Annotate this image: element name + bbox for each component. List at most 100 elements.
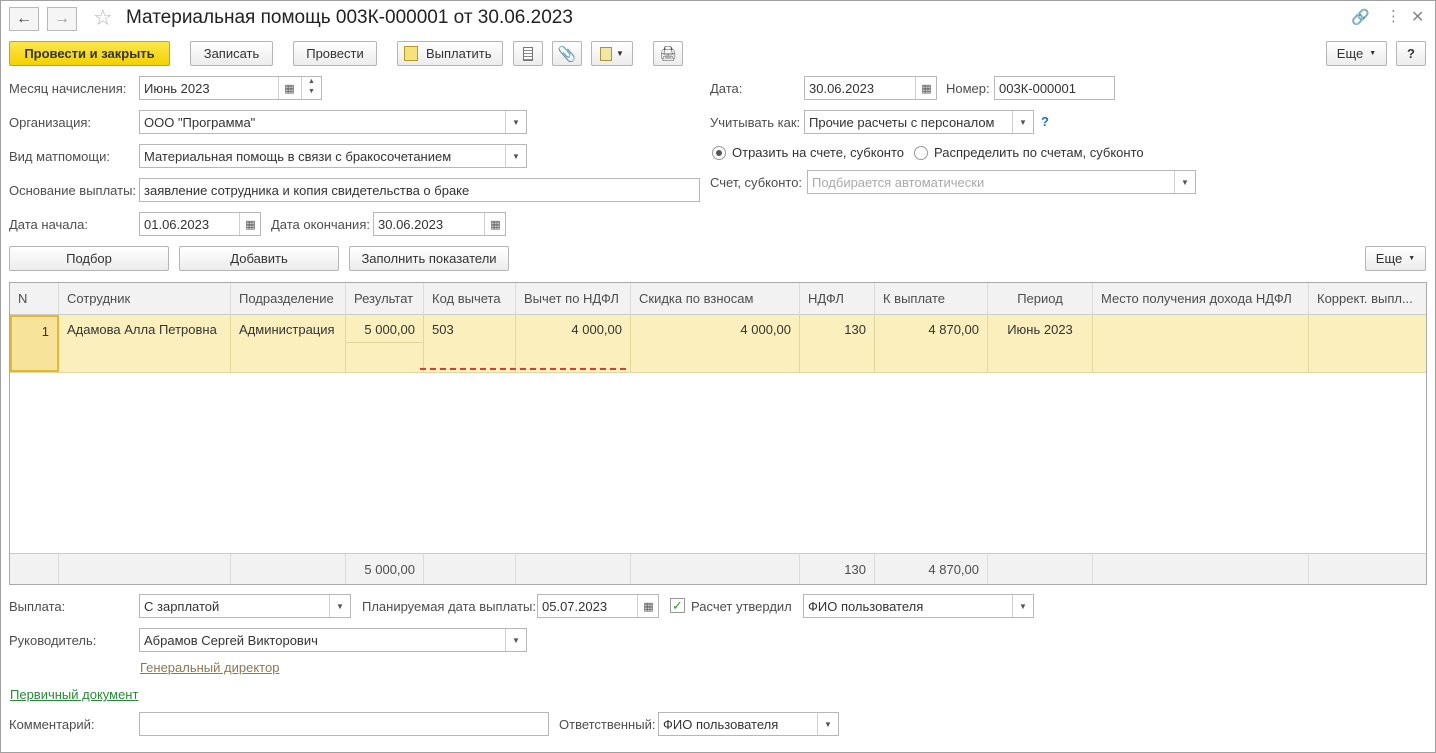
chevron-down-icon[interactable]: ▼	[817, 713, 838, 735]
cell-ndfl[interactable]: 130	[800, 315, 875, 372]
col-header-income-place[interactable]: Место получения дохода НДФЛ	[1093, 283, 1309, 315]
cell-department[interactable]: Администрация	[231, 315, 346, 372]
chevron-down-icon[interactable]: ▼	[505, 111, 526, 133]
calendar-icon[interactable]: ▦	[278, 77, 300, 99]
help-button[interactable]: ?	[1396, 41, 1426, 66]
chevron-down-icon[interactable]: ▼	[505, 629, 526, 651]
start-date-label: Дата начала:	[9, 217, 88, 232]
start-date-field[interactable]: 01.06.2023 ▦	[139, 212, 261, 236]
number-field[interactable]: 003К-000001	[994, 76, 1115, 100]
approved-checkbox[interactable]: ✓	[670, 598, 685, 613]
col-header-contribution-discount[interactable]: Скидка по взносам	[631, 283, 800, 315]
cell-n[interactable]: 1	[10, 315, 59, 372]
add-button[interactable]: Добавить	[179, 246, 339, 271]
cell-correction[interactable]	[1309, 315, 1426, 372]
create-based-button[interactable]: ▼	[591, 41, 633, 66]
more-vertical-icon[interactable]: ⋮	[1386, 7, 1401, 25]
chevron-down-icon: ▼	[1408, 255, 1416, 262]
post-button[interactable]: Провести	[293, 41, 377, 66]
help-question-icon[interactable]: ?	[1041, 114, 1049, 129]
approved-by-field[interactable]: ФИО пользователя ▼ ⧉	[803, 594, 1034, 618]
total-deduction-code	[424, 553, 516, 584]
cell-employee[interactable]: Адамова Алла Петровна	[59, 315, 231, 372]
chevron-down-icon[interactable]: ▼	[505, 145, 526, 167]
primary-document-link[interactable]: Первичный документ	[10, 687, 138, 702]
end-date-value: 30.06.2023	[378, 217, 444, 232]
pay-button[interactable]: Выплатить	[397, 41, 503, 66]
total-income-place	[1093, 553, 1309, 584]
radio-post-to-account-label: Отразить на счете, субконто	[732, 145, 905, 160]
month-label: Месяц начисления:	[9, 81, 127, 96]
col-header-result[interactable]: Результат	[346, 283, 424, 315]
radio-distribute[interactable]	[914, 146, 928, 160]
table-more-button[interactable]: Еще ▼	[1365, 246, 1426, 271]
account-as-label: Учитывать как:	[710, 115, 801, 130]
col-header-correction[interactable]: Коррект. выпл...	[1309, 283, 1426, 315]
col-header-period[interactable]: Период	[988, 283, 1093, 315]
col-header-ndfl-deduction[interactable]: Вычет по НДФЛ	[516, 283, 631, 315]
close-icon[interactable]: ✕	[1411, 7, 1424, 27]
col-header-payout[interactable]: К выплате	[875, 283, 988, 315]
col-header-ndfl[interactable]: НДФЛ	[800, 283, 875, 315]
responsible-value: ФИО пользователя	[663, 717, 779, 732]
month-field[interactable]: Июнь 2023 ▦ ▲ ▼	[139, 76, 322, 100]
reason-field[interactable]: заявление сотрудника и копия свидетельст…	[139, 178, 700, 202]
comment-field[interactable]	[139, 712, 549, 736]
planned-date-field[interactable]: 05.07.2023 ▦	[537, 594, 659, 618]
print-button[interactable]: 🖨	[653, 41, 683, 66]
cell-result-sub[interactable]	[346, 343, 424, 372]
head-field[interactable]: Абрамов Сергей Викторович ▼ ⧉	[139, 628, 527, 652]
radio-post-to-account[interactable]	[712, 146, 726, 160]
head-position-link[interactable]: Генеральный директор	[140, 660, 279, 675]
fill-indicators-button[interactable]: Заполнить показатели	[349, 246, 509, 271]
responsible-field[interactable]: ФИО пользователя ▼ ⧉	[658, 712, 839, 736]
chevron-down-icon[interactable]: ▼	[1012, 595, 1033, 617]
col-header-deduction-code[interactable]: Код вычета	[424, 283, 516, 315]
cell-contribution-discount[interactable]: 4 000,00	[631, 315, 800, 372]
col-header-employee[interactable]: Сотрудник	[59, 283, 231, 315]
org-label: Организация:	[9, 115, 92, 130]
more-button[interactable]: Еще ▼	[1326, 41, 1387, 66]
favorite-star-icon[interactable]: ☆	[93, 5, 113, 31]
cell-payout[interactable]: 4 870,00	[875, 315, 988, 372]
account-as-field[interactable]: Прочие расчеты с персоналом ▼	[804, 110, 1034, 134]
cell-result[interactable]: 5 000,00	[346, 315, 424, 343]
pay-button-label: Выплатить	[426, 46, 492, 61]
attach-button[interactable]: 📎	[552, 41, 582, 66]
calendar-icon[interactable]: ▦	[637, 595, 658, 617]
kind-label: Вид матпомощи:	[9, 149, 110, 164]
calendar-icon[interactable]: ▦	[239, 213, 260, 235]
back-button[interactable]: ←	[9, 7, 39, 31]
comment-label: Комментарий:	[9, 717, 95, 732]
total-n	[10, 553, 59, 584]
pick-button[interactable]: Подбор	[9, 246, 169, 271]
save-button[interactable]: Записать	[190, 41, 273, 66]
forward-button[interactable]: →	[47, 7, 77, 31]
end-date-field[interactable]: 30.06.2023 ▦	[373, 212, 506, 236]
date-field[interactable]: 30.06.2023 ▦	[804, 76, 937, 100]
org-field[interactable]: ООО "Программа" ▼ ⧉	[139, 110, 527, 134]
chevron-down-icon[interactable]: ▼	[329, 595, 350, 617]
chevron-down-icon[interactable]: ▼	[1012, 111, 1033, 133]
chevron-down-icon[interactable]: ▼	[1174, 171, 1195, 193]
arrow-right-icon: →	[54, 10, 70, 27]
subconto-field[interactable]: Подбирается автоматически ▼ ⧉	[807, 170, 1196, 194]
cell-deduction-code[interactable]: 503	[424, 315, 516, 372]
cell-ndfl-deduction[interactable]: 4 000,00	[516, 315, 631, 372]
employees-table[interactable]: N Сотрудник Подразделение Результат Код …	[9, 282, 1427, 585]
calendar-icon[interactable]: ▦	[915, 77, 936, 99]
report-button[interactable]	[513, 41, 543, 66]
cell-period[interactable]: Июнь 2023	[988, 315, 1093, 372]
post-and-close-button[interactable]: Провести и закрыть	[9, 41, 170, 66]
reason-label: Основание выплаты:	[9, 183, 137, 198]
payment-field[interactable]: С зарплатой ▼	[139, 594, 351, 618]
org-value: ООО "Программа"	[144, 115, 256, 130]
cell-income-place[interactable]	[1093, 315, 1309, 372]
kind-field[interactable]: Материальная помощь в связи с бракосочет…	[139, 144, 527, 168]
calendar-icon[interactable]: ▦	[484, 213, 505, 235]
link-icon[interactable]: 🔗	[1351, 8, 1370, 26]
arrow-left-icon: ←	[16, 10, 32, 27]
col-header-department[interactable]: Подразделение	[231, 283, 346, 315]
col-header-n[interactable]: N	[10, 283, 59, 315]
month-stepper[interactable]: ▲ ▼	[301, 77, 321, 99]
